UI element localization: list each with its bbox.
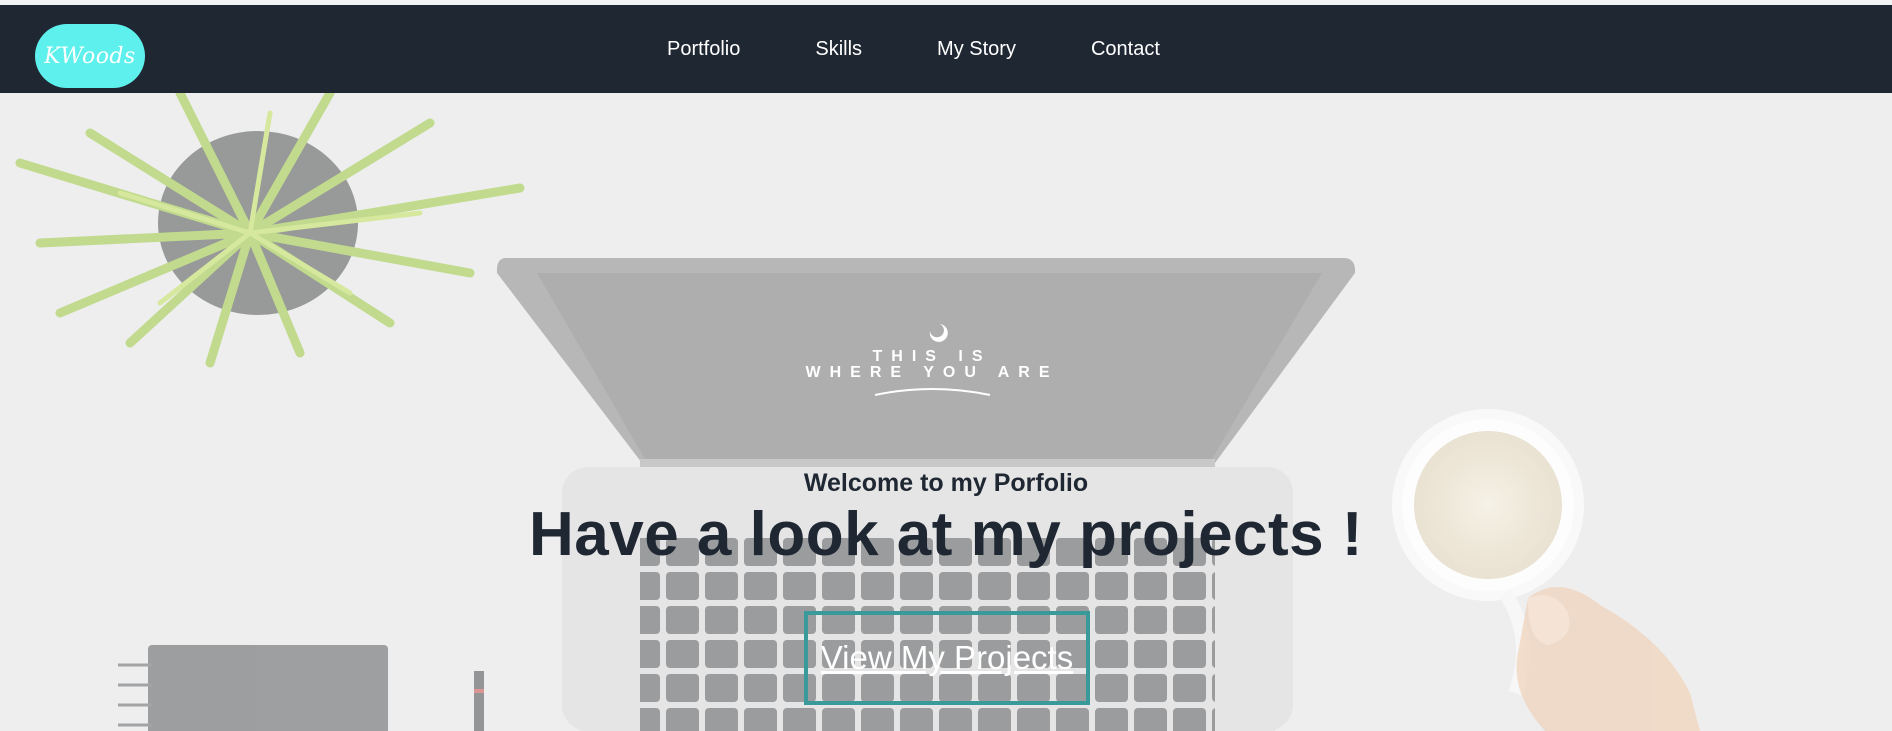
hero-section: THIS IS WHERE YOU ARE Welcome to my Porf…	[0, 93, 1892, 731]
view-projects-button[interactable]: View My Projects	[804, 611, 1090, 705]
navbar: KWoods Portfolio Skills My Story Contact	[0, 5, 1892, 93]
hero-headline: Have a look at my projects !	[528, 500, 1364, 569]
view-projects-label: View My Projects	[820, 639, 1074, 676]
nav-link-contact[interactable]: Contact	[1091, 38, 1160, 61]
nav-links: Portfolio Skills My Story Contact	[667, 5, 1160, 93]
nav-link-portfolio[interactable]: Portfolio	[667, 38, 740, 61]
nav-link-skills[interactable]: Skills	[815, 38, 862, 61]
welcome-subtitle: Welcome to my Porfolio	[803, 469, 1089, 497]
logo-text: KWoods	[44, 43, 136, 69]
nav-link-my-story[interactable]: My Story	[937, 38, 1016, 61]
logo[interactable]: KWoods	[35, 24, 145, 88]
